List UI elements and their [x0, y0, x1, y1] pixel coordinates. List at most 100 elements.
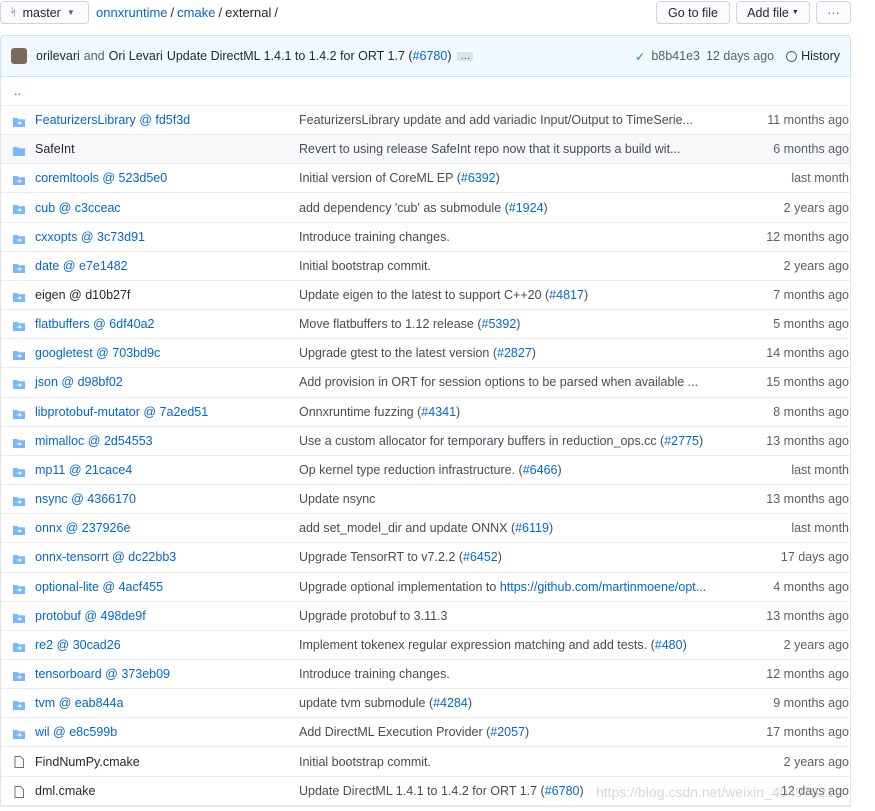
file-name-link[interactable]: date @ e7e1482 [35, 259, 128, 273]
file-row: mp11 @ 21cace4 Op kernel type reduction i… [1, 456, 850, 486]
history-link[interactable]: History [786, 49, 840, 63]
commit-link[interactable]: #4284 [433, 696, 468, 710]
expand-message-button[interactable]: … [457, 51, 474, 61]
more-options-button[interactable]: ··· [816, 1, 851, 24]
file-name-link[interactable]: tensorboard @ 373eb09 [35, 667, 170, 681]
commit-message[interactable]: Introduce training changes. [299, 667, 450, 681]
commit-message[interactable]: Update eigen to the latest to support C+… [299, 288, 588, 302]
file-name-link[interactable]: FeaturizersLibrary @ fd5f3d [35, 113, 190, 127]
commit-message[interactable]: update tvm submodule (#4284) [299, 696, 472, 710]
commit-link[interactable]: #6392 [461, 171, 496, 185]
parent-directory-link[interactable]: .. [1, 77, 850, 106]
commit-link[interactable]: #5392 [482, 317, 517, 331]
commit-message[interactable]: Use a custom allocator for temporary buf… [299, 434, 703, 448]
commit-message[interactable]: Onnxruntime fuzzing (#4341) [299, 405, 460, 419]
file-name-link[interactable]: libprotobuf-mutator @ 7a2ed51 [35, 405, 208, 419]
commit-message[interactable]: Initial bootstrap commit. [299, 755, 431, 769]
file-name-link[interactable]: onnx-tensorrt @ dc22bb3 [35, 550, 176, 564]
commit-message[interactable]: Update DirectML 1.4.1 to 1.4.2 for ORT 1… [299, 784, 584, 798]
commit-author[interactable]: orilevari [36, 49, 80, 63]
go-to-file-button[interactable]: Go to file [656, 1, 730, 24]
commit-link[interactable]: #4341 [421, 405, 456, 419]
file-name-link[interactable]: eigen @ d10b27f [35, 288, 130, 302]
commit-message[interactable]: Upgrade optional implementation to https… [299, 580, 706, 594]
file-name-link[interactable]: mimalloc @ 2d54553 [35, 434, 153, 448]
commit-link[interactable]: https://github.com/martinmoene/opt... [500, 580, 706, 594]
commit-message[interactable]: add dependency 'cub' as submodule (#1924… [299, 201, 548, 215]
file-name-link[interactable]: dml.cmake [35, 784, 95, 798]
commit-text: ) [456, 404, 461, 419]
breadcrumb-cmake[interactable]: cmake [177, 5, 215, 20]
commit-text: Introduce training changes. [299, 229, 450, 244]
breadcrumb-repo[interactable]: onnxruntime [96, 5, 168, 20]
file-name-link[interactable]: cxxopts @ 3c73d91 [35, 230, 145, 244]
file-name-link[interactable]: onnx @ 237926e [35, 521, 130, 535]
commit-link[interactable]: #1924 [509, 201, 544, 215]
commit-message[interactable]: Upgrade gtest to the latest version (#28… [299, 346, 536, 360]
commit-message[interactable]: Add DirectML Execution Provider (#2057) [299, 725, 529, 739]
breadcrumb-current: external [225, 5, 272, 20]
and-text: and [83, 49, 105, 63]
commit-message[interactable]: Revert to using release SafeInt repo now… [299, 142, 680, 156]
commit-message[interactable]: Implement tokenex regular expression mat… [299, 638, 687, 652]
commit-link[interactable]: #480 [655, 638, 683, 652]
file-row: onnx @ 237926e add set_model_dir and upda… [1, 514, 850, 544]
file-name-link[interactable]: json @ d98bf02 [35, 375, 123, 389]
commit-link[interactable]: #6466 [523, 463, 558, 477]
commit-text: Implement tokenex regular expression mat… [299, 637, 655, 652]
history-icon [786, 50, 798, 62]
avatar[interactable] [11, 48, 27, 64]
file-name-link[interactable]: wil @ e8c599b [35, 725, 117, 739]
commit-message[interactable]: Update nsync [299, 492, 375, 506]
commit-sha[interactable]: b8b41e3 [651, 49, 700, 63]
file-name-link[interactable]: FindNumPy.cmake [35, 755, 140, 769]
commit-link[interactable]: #6452 [463, 550, 498, 564]
commit-message[interactable]: Move flatbuffers to 1.12 release (#5392) [299, 317, 520, 331]
submodule-folder-icon [13, 699, 25, 711]
file-name-link[interactable]: protobuf @ 498de9f [35, 609, 146, 623]
file-name-link[interactable]: flatbuffers @ 6df40a2 [35, 317, 154, 331]
commit-coauthor[interactable]: Ori Levari [109, 49, 163, 63]
commit-message[interactable]: Update DirectML 1.4.1 to 1.4.2 for ORT 1… [167, 49, 413, 63]
commit-text: Upgrade TensorRT to v7.2.2 ( [299, 550, 463, 565]
file-name-link[interactable]: mp11 @ 21cace4 [35, 463, 132, 477]
file-name-link[interactable]: optional-lite @ 4acf455 [35, 580, 163, 594]
file-name-link[interactable]: nsync @ 4366170 [35, 492, 136, 506]
commit-link[interactable]: #6780 [545, 784, 580, 798]
file-name-link[interactable]: re2 @ 30cad26 [35, 638, 121, 652]
commit-message[interactable]: Initial bootstrap commit. [299, 259, 431, 273]
commit-link[interactable]: #4817 [549, 288, 584, 302]
file-name-link[interactable]: tvm @ eab844a [35, 696, 123, 710]
commit-message[interactable]: FeaturizersLibrary update and add variad… [299, 113, 693, 127]
file-row: flatbuffers @ 6df40a2 Move flatbuffers to… [1, 310, 850, 340]
commit-age: 4 months ago [773, 579, 849, 594]
branch-select-button[interactable]: ᛋ master ▼ [0, 1, 89, 24]
commit-message[interactable]: Initial version of CoreML EP (#6392) [299, 171, 500, 185]
commit-message[interactable]: Introduce training changes. [299, 230, 450, 244]
file-name-link[interactable]: coremltools @ 523d5e0 [35, 171, 167, 185]
file-row: wil @ e8c599b Add DirectML Execution Prov… [1, 718, 850, 748]
file-name-link[interactable]: SafeInt [35, 142, 75, 156]
commit-message[interactable]: add set_model_dir and update ONNX (#6119… [299, 521, 553, 535]
commit-link[interactable]: #2827 [497, 346, 532, 360]
commit-text: ) [531, 346, 536, 361]
commit-pr-link[interactable]: #6780 [413, 49, 448, 63]
file-row: cxxopts @ 3c73d91 Introduce training chan… [1, 223, 850, 252]
commit-message[interactable]: Op kernel type reduction infrastructure.… [299, 463, 562, 477]
commit-link[interactable]: #6119 [515, 521, 549, 535]
file-row: SafeInt Revert to using release SafeInt r… [1, 135, 850, 165]
commit-message[interactable]: Add provision in ORT for session options… [299, 375, 698, 389]
commit-text: ) [579, 783, 584, 798]
commit-message[interactable]: Upgrade protobuf to 3.11.3 [299, 609, 448, 623]
commit-link[interactable]: #2057 [490, 725, 525, 739]
commit-text: ) [516, 317, 521, 332]
file-name-link[interactable]: googletest @ 703bd9c [35, 346, 160, 360]
commit-message[interactable]: Upgrade TensorRT to v7.2.2 (#6452) [299, 550, 502, 564]
commit-age: 12 months ago [766, 229, 849, 244]
submodule-folder-icon [13, 203, 25, 215]
file-name-link[interactable]: cub @ c3cceac [35, 201, 121, 215]
commit-text: ) [495, 171, 500, 186]
commit-text: ) [543, 200, 548, 215]
add-file-button[interactable]: Add file ▼ [736, 1, 810, 24]
commit-link[interactable]: #2775 [664, 434, 699, 448]
